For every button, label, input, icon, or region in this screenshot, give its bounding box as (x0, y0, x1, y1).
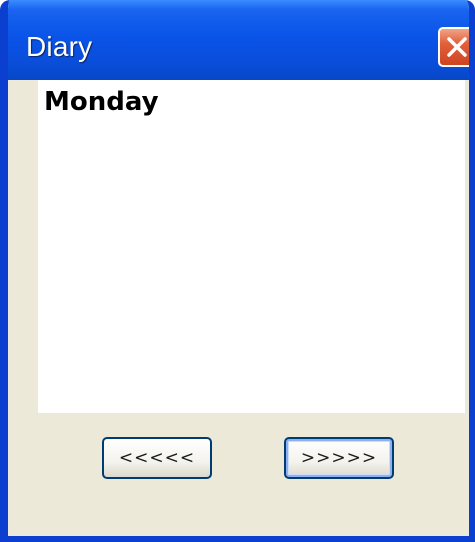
diary-entry-text: Monday (44, 87, 159, 117)
close-button[interactable] (438, 27, 469, 67)
diary-window: Diary Monday <<<<< >>>>> (0, 0, 475, 542)
diary-text-area[interactable]: Monday (38, 80, 465, 413)
previous-button[interactable]: <<<<< (102, 437, 212, 479)
next-button[interactable]: >>>>> (284, 437, 394, 479)
close-x-icon (446, 37, 467, 57)
title-bar[interactable]: Diary (8, 0, 469, 80)
window-title: Diary (26, 31, 93, 62)
